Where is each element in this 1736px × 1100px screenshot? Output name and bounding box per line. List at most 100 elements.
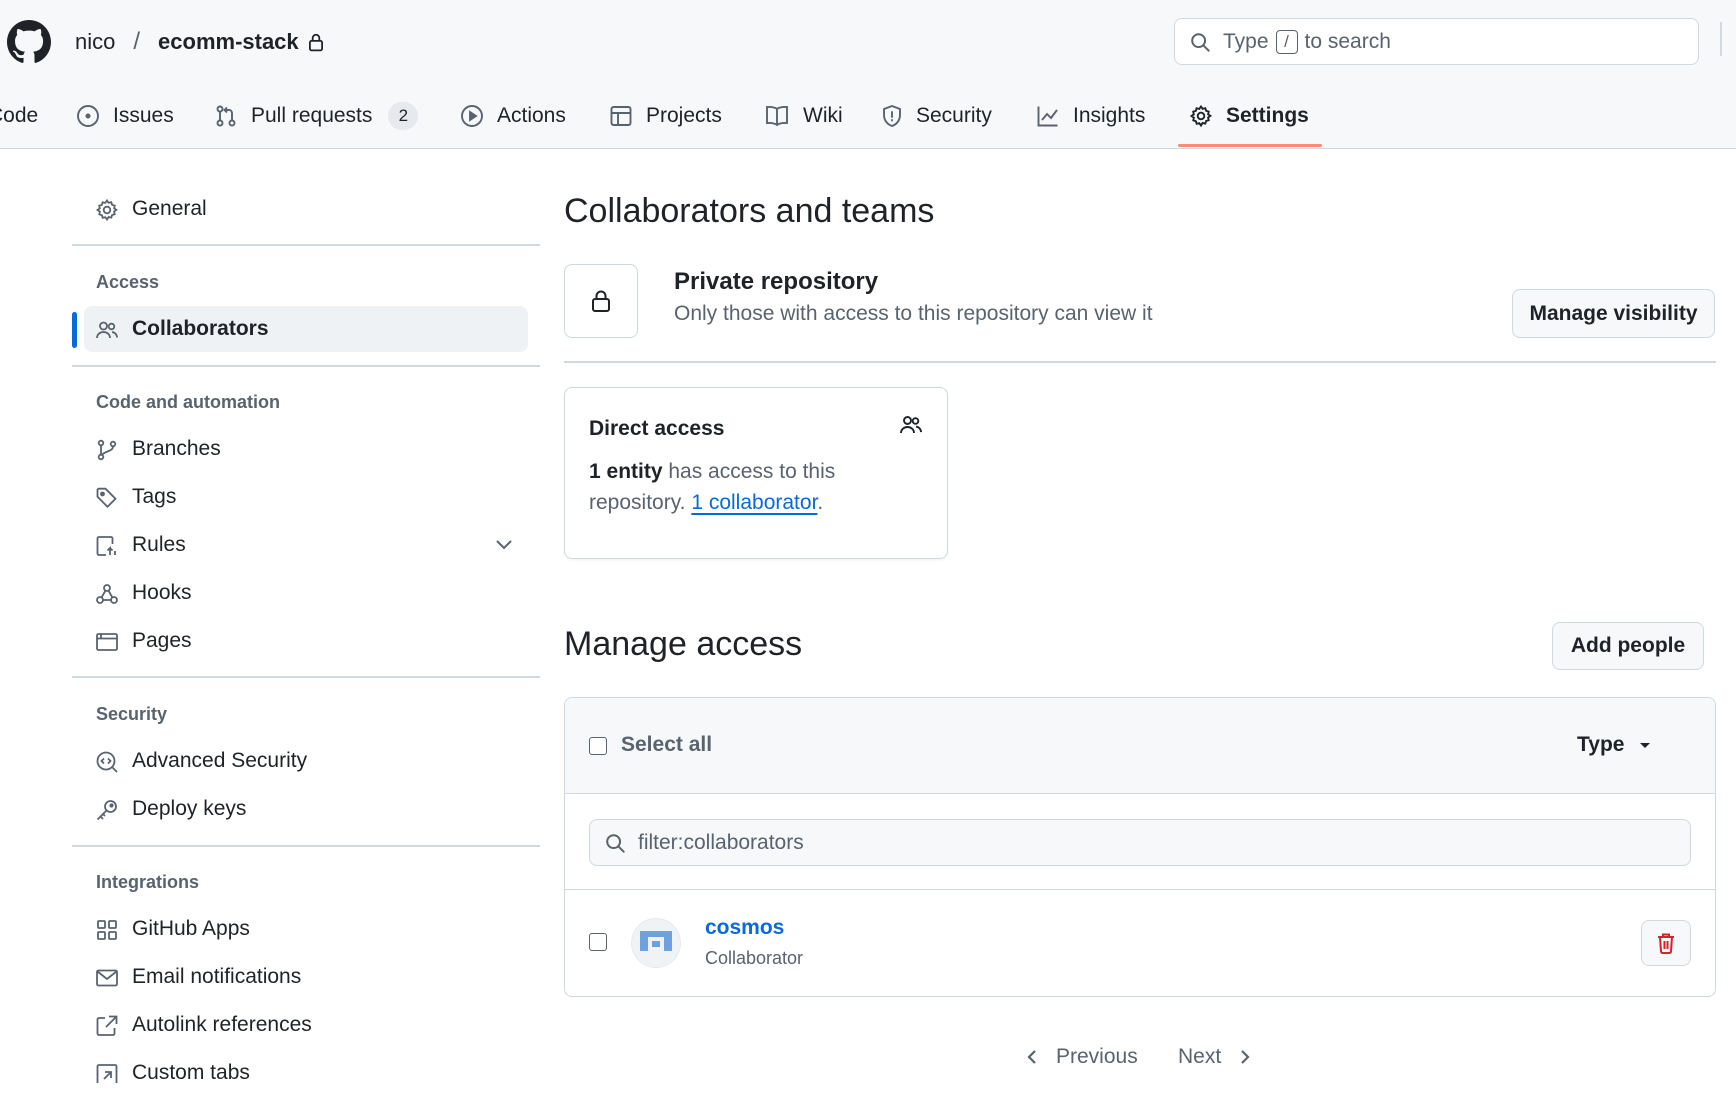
member-checkbox[interactable] — [589, 933, 607, 951]
select-all-checkbox[interactable] — [589, 737, 607, 755]
chevron-right-icon — [1239, 1048, 1251, 1066]
tab-code[interactable]: Code — [0, 94, 38, 138]
chevron-left-icon — [1026, 1048, 1038, 1066]
breadcrumb: nico / ecomm-stack — [75, 26, 325, 58]
gear-icon — [1189, 104, 1213, 128]
sidebar-item-label: Custom tabs — [132, 1061, 250, 1084]
sidebar-item-label: General — [132, 197, 207, 220]
tab-issues[interactable]: Issues — [76, 94, 174, 138]
page-title: Collaborators and teams — [564, 192, 935, 230]
sidebar-item-deploy-keys[interactable]: Deploy keys — [84, 786, 528, 832]
sidebar-item-label: Branches — [132, 437, 221, 460]
caret-down-icon — [1638, 740, 1652, 750]
member-role: Collaborator — [705, 948, 804, 968]
add-people-button[interactable]: Add people — [1552, 622, 1704, 670]
collaborator-link[interactable]: 1 collaborator — [691, 491, 817, 514]
tag-icon — [95, 486, 119, 510]
sidebar-item-label: Autolink references — [132, 1013, 312, 1036]
section-divider — [564, 361, 1716, 363]
manage-access-list: Select all Type filter:collaborators cos… — [564, 697, 1716, 997]
custom-tab-icon — [95, 1062, 119, 1086]
next-page-button[interactable]: Next — [1178, 1045, 1251, 1069]
sidebar-item-label: GitHub Apps — [132, 917, 250, 940]
tab-label: Code — [0, 104, 39, 127]
tab-label: Issues — [113, 104, 174, 127]
tab-security[interactable]: Security — [881, 94, 992, 138]
tab-insights[interactable]: Insights — [1036, 94, 1145, 138]
sidebar-item-autolink-references[interactable]: Autolink references — [84, 1002, 528, 1048]
apps-icon — [95, 918, 119, 942]
sidebar-divider — [72, 365, 540, 367]
webhook-icon — [95, 582, 119, 606]
sidebar-item-label: Hooks — [132, 581, 192, 604]
manage-visibility-button[interactable]: Manage visibility — [1512, 289, 1715, 338]
sidebar-divider — [72, 845, 540, 847]
issue-icon — [76, 104, 100, 128]
sidebar-item-label: Email notifications — [132, 965, 302, 988]
sidebar-item-advanced-security[interactable]: Advanced Security — [84, 738, 528, 784]
tab-label: Settings — [1226, 104, 1309, 127]
chevron-down-icon[interactable] — [494, 537, 514, 553]
sidebar-item-collaborators[interactable]: Collaborators — [84, 306, 528, 352]
sidebar-group-integrations: Integrations — [96, 872, 200, 892]
select-all-label[interactable]: Select all — [621, 733, 712, 757]
remove-member-button[interactable] — [1641, 920, 1691, 966]
graph-icon — [1036, 104, 1060, 128]
direct-access-text: 1 entity has access to this repository. … — [589, 456, 919, 518]
branch-icon — [95, 438, 119, 462]
sidebar-item-github-apps[interactable]: GitHub Apps — [84, 906, 528, 952]
type-dropdown[interactable]: Type — [1577, 733, 1652, 757]
next-label: Next — [1178, 1045, 1222, 1068]
filter-input[interactable]: filter:collaborators — [589, 819, 1691, 866]
avatar[interactable] — [631, 918, 681, 968]
breadcrumb-repo[interactable]: ecomm-stack — [158, 29, 299, 55]
tab-label: Actions — [497, 104, 566, 127]
entity-count: 1 entity — [589, 460, 663, 483]
sidebar-item-rules[interactable]: Rules — [84, 522, 528, 568]
sidebar-item-custom-tabs[interactable]: Custom tabs — [84, 1050, 528, 1096]
sidebar-item-email-notifications[interactable]: Email notifications — [84, 954, 528, 1000]
tab-label: Pull requests — [251, 104, 373, 127]
search-suffix: to search — [1304, 29, 1391, 53]
direct-access-title: Direct access — [589, 417, 725, 440]
tab-settings[interactable]: Settings — [1189, 94, 1309, 138]
pull-requests-count: 2 — [388, 102, 419, 130]
manage-access-title: Manage access — [564, 625, 803, 663]
tab-projects[interactable]: Projects — [609, 94, 722, 138]
people-icon — [95, 318, 119, 342]
tab-label: Insights — [1073, 104, 1146, 127]
shield-icon — [881, 104, 903, 128]
previous-page-button[interactable]: Previous — [1026, 1045, 1138, 1069]
sidebar-divider — [72, 676, 540, 678]
trash-icon — [1656, 932, 1676, 954]
sidebar-divider — [72, 244, 540, 246]
github-logo-icon[interactable] — [7, 20, 51, 64]
mail-icon — [95, 966, 119, 990]
private-lock-box — [564, 264, 638, 338]
filter-value: filter:collaborators — [638, 830, 804, 854]
active-item-indicator — [72, 312, 77, 348]
tab-wiki[interactable]: Wiki — [764, 94, 843, 138]
breadcrumb-owner[interactable]: nico — [75, 29, 115, 55]
search-input[interactable]: Type / to search — [1174, 18, 1699, 65]
direct-access-text-end: . — [817, 491, 824, 514]
sidebar-item-general[interactable]: General — [84, 186, 528, 232]
play-icon — [460, 104, 484, 128]
rules-icon — [95, 534, 119, 558]
access-list-header: Select all Type — [565, 698, 1715, 794]
tab-pull-requests[interactable]: Pull requests 2 — [214, 94, 419, 138]
breadcrumb-separator: / — [133, 28, 141, 55]
sidebar-item-pages[interactable]: Pages — [84, 618, 528, 664]
sidebar-item-tags[interactable]: Tags — [84, 474, 528, 520]
people-icon — [899, 414, 923, 436]
code-scan-icon — [95, 750, 119, 774]
sidebar-item-label: Collaborators — [132, 317, 269, 340]
sidebar-item-hooks[interactable]: Hooks — [84, 570, 528, 616]
tab-actions[interactable]: Actions — [460, 94, 566, 138]
lock-icon — [590, 289, 612, 313]
member-name-link[interactable]: cosmos — [705, 916, 784, 940]
sidebar-item-branches[interactable]: Branches — [84, 426, 528, 472]
lock-icon — [307, 32, 325, 52]
sidebar-group-security: Security — [96, 704, 168, 724]
sidebar-item-label: Tags — [132, 485, 177, 508]
